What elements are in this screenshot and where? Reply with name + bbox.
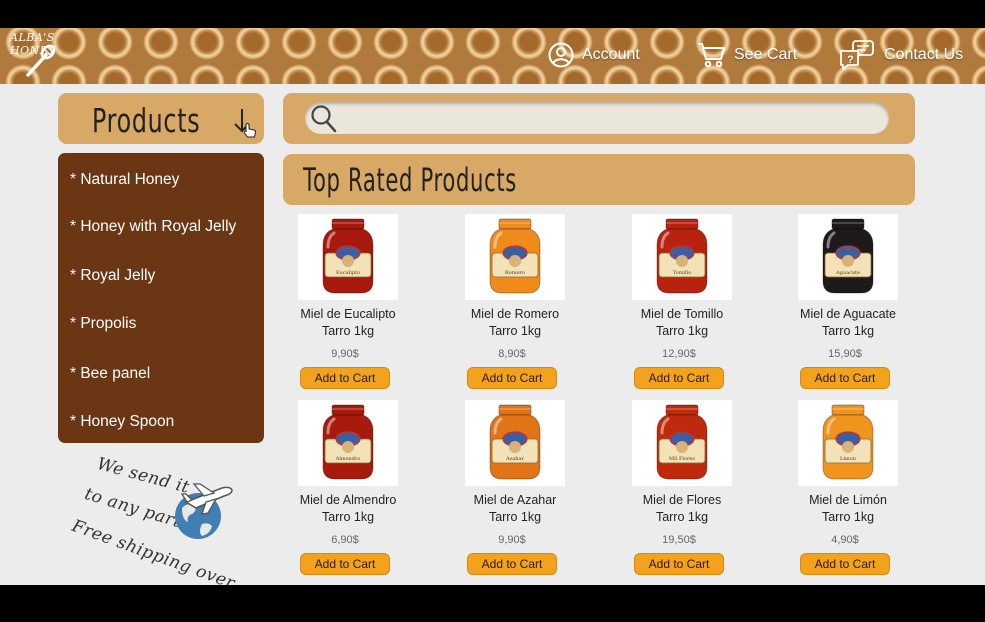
product-image[interactable]: Almendro — [298, 400, 398, 486]
sidebar-item-bee-panel[interactable]: * Bee panel — [70, 365, 150, 383]
honey-jar-icon: Romero — [489, 218, 541, 294]
product-name: Miel de Romero — [470, 307, 560, 321]
honey-jar-icon: Mil Flores — [656, 404, 708, 480]
sidebar-item-royal-jelly[interactable]: * Royal Jelly — [70, 267, 155, 285]
product-card[interactable]: Mil Flores Miel de Flores Tarro 1kg 19,50$ A… — [617, 400, 751, 580]
add-to-cart-button[interactable]: Add to Cart — [800, 553, 890, 575]
brand-logo[interactable]: ALBA'S HONEY — [10, 31, 82, 81]
product-card[interactable]: Tomillo Miel de Tomillo Tarro 1kg 12,90$ Add… — [617, 214, 751, 394]
product-image[interactable]: Limon — [798, 400, 898, 486]
product-price: 12,90$ — [662, 348, 696, 360]
product-image[interactable]: Azahar — [465, 400, 565, 486]
product-image[interactable]: Mil Flores — [632, 400, 732, 486]
jar-label: Eucalipto — [336, 270, 360, 276]
sidebar-item-propolis[interactable]: * Propolis — [70, 315, 136, 333]
product-price: 9,90$ — [331, 348, 359, 360]
search-bar — [283, 93, 915, 144]
product-price: 9,90$ — [498, 534, 526, 546]
product-price: 4,90$ — [831, 534, 859, 546]
section-title: Top Rated Products — [303, 161, 517, 199]
product-card[interactable]: Azahar Miel de Azahar Tarro 1kg 9,90$ Add to… — [450, 400, 584, 580]
jar-label: Aguacate — [835, 270, 860, 276]
add-to-cart-button[interactable]: Add to Cart — [300, 553, 390, 575]
nav-contact-label: Contact Us — [884, 46, 964, 63]
honey-dipper-icon — [26, 44, 56, 77]
search-input[interactable] — [305, 102, 889, 134]
product-card[interactable]: Limon Miel de Limón Tarro 1kg 4,90$ Add to C… — [783, 400, 917, 580]
honey-jar-icon: Tomillo — [656, 218, 708, 294]
product-size: Tarro 1kg — [488, 510, 542, 524]
top-rated-header: Top Rated Products — [283, 154, 915, 205]
product-image[interactable]: Eucalipto — [298, 214, 398, 300]
honey-jar-icon: Almendro — [322, 404, 374, 480]
jar-label: Mil Flores — [669, 456, 695, 462]
add-to-cart-button[interactable]: Add to Cart — [634, 553, 724, 575]
shopping-cart-icon — [698, 43, 725, 68]
honey-jar-icon: Limon — [822, 404, 874, 480]
app-window: ALBA'S HONEY Account See Cart ? Contact … — [0, 28, 985, 585]
product-name: Miel de Limón — [809, 493, 887, 507]
product-size: Tarro 1kg — [321, 510, 375, 524]
category-sidebar: * Natural Honey * Honey with Royal Jelly… — [58, 153, 264, 443]
product-name: Miel de Aguacate — [800, 307, 896, 321]
product-card[interactable]: Eucalipto Miel de Eucalipto Tarro 1kg 9,90$… — [283, 214, 417, 394]
user-icon — [548, 42, 574, 68]
product-size: Tarro 1kg — [821, 510, 875, 524]
svg-text:?: ? — [847, 54, 854, 66]
product-name: Miel de Eucalipto — [300, 307, 396, 321]
product-size: Tarro 1kg — [321, 324, 375, 338]
product-name: Miel de Azahar — [473, 493, 557, 507]
chat-bubbles-icon: ? — [840, 40, 874, 70]
search-icon[interactable] — [309, 102, 339, 134]
nav-cart-label: See Cart — [734, 46, 798, 63]
honey-jar-icon: Azahar — [489, 404, 541, 480]
nav-contact-us[interactable]: ? Contact Us — [838, 38, 963, 72]
jar-label: Azahar — [505, 456, 524, 462]
add-to-cart-button[interactable]: Add to Cart — [800, 367, 890, 389]
header-bar: ALBA'S HONEY Account See Cart ? Contact … — [0, 28, 985, 84]
product-card[interactable]: Romero Miel de Romero Tarro 1kg 8,90$ Add to… — [450, 214, 584, 394]
product-name: Miel de Almendro — [299, 493, 397, 507]
product-name: Miel de Flores — [642, 493, 722, 507]
products-dropdown-label: Products — [92, 101, 201, 140]
sidebar-item-honey-royal-jelly[interactable]: * Honey with Royal Jelly — [70, 218, 236, 236]
nav-see-cart[interactable]: See Cart — [696, 38, 797, 72]
sidebar-item-honey-spoon[interactable]: * Honey Spoon — [70, 413, 174, 431]
shipping-promo: We send it to any part Free shipping ove… — [69, 450, 260, 585]
product-size: Tarro 1kg — [655, 324, 709, 338]
nav-account[interactable]: Account — [548, 38, 640, 72]
add-to-cart-button[interactable]: Add to Cart — [467, 553, 557, 575]
products-dropdown-button[interactable]: Products — [58, 93, 264, 144]
product-price: 19,50$ — [662, 534, 696, 546]
add-to-cart-button[interactable]: Add to Cart — [300, 367, 390, 389]
jar-label: Almendro — [335, 456, 361, 462]
product-price: 15,90$ — [828, 348, 862, 360]
product-name: Miel de Tomillo — [640, 307, 724, 321]
product-price: 8,90$ — [498, 348, 526, 360]
add-to-cart-button[interactable]: Add to Cart — [467, 367, 557, 389]
product-image[interactable]: Aguacate — [798, 214, 898, 300]
jar-label: Romero — [505, 270, 525, 276]
globe-airplane-icon — [175, 483, 233, 539]
honey-jar-icon: Eucalipto — [322, 218, 374, 294]
product-price: 6,90$ — [331, 534, 359, 546]
jar-label: Limon — [840, 456, 857, 462]
product-card[interactable]: Aguacate Miel de Aguacate Tarro 1kg 15,90$ A… — [783, 214, 917, 394]
product-size: Tarro 1kg — [488, 324, 542, 338]
product-image[interactable]: Romero — [465, 214, 565, 300]
jar-label: Tomillo — [673, 270, 692, 276]
honey-jar-icon: Aguacate — [822, 218, 874, 294]
arrow-down-icon — [234, 109, 256, 138]
product-card[interactable]: Almendro Miel de Almendro Tarro 1kg 6,90$ Ad… — [283, 400, 417, 580]
product-size: Tarro 1kg — [655, 510, 709, 524]
product-size: Tarro 1kg — [821, 324, 875, 338]
sidebar-item-natural-honey[interactable]: * Natural Honey — [70, 171, 179, 189]
product-image[interactable]: Tomillo — [632, 214, 732, 300]
add-to-cart-button[interactable]: Add to Cart — [634, 367, 724, 389]
nav-account-label: Account — [582, 46, 640, 63]
product-grid: Eucalipto Miel de Eucalipto Tarro 1kg 9,90$… — [283, 214, 915, 585]
